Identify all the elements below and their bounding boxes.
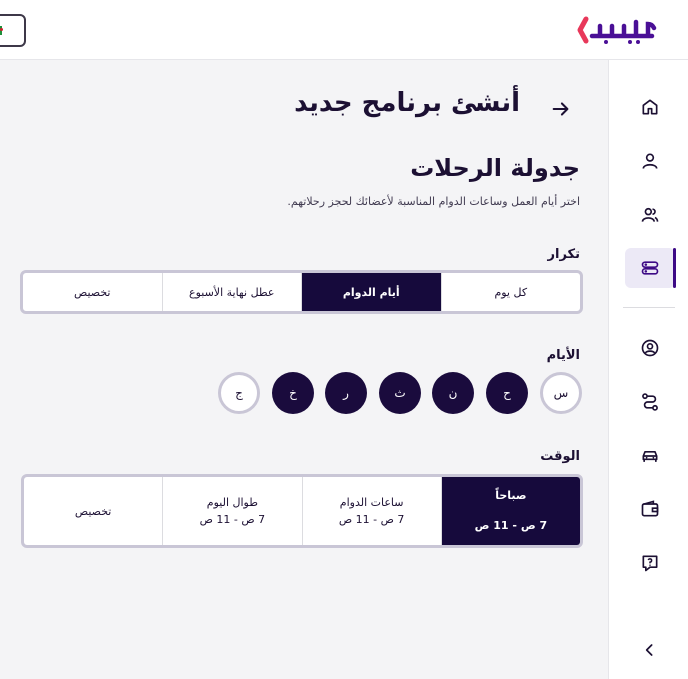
time-option-custom[interactable]: تخصيص — [24, 477, 162, 545]
sidebar-divider — [623, 307, 675, 308]
schedule-icon — [641, 261, 659, 275]
nav-members[interactable] — [625, 195, 675, 235]
nav-vehicles[interactable] — [625, 436, 675, 476]
language-switcher-button[interactable] — [0, 14, 26, 47]
time-option-title: تخصيص — [74, 504, 112, 518]
nav-routes[interactable] — [625, 382, 675, 422]
time-option-morning[interactable]: صباحاً 7 ص - 11 ص — [440, 477, 580, 545]
repeat-label: تكرار — [547, 247, 580, 262]
wallet-icon — [641, 500, 659, 517]
nav-help[interactable] — [625, 543, 675, 583]
chevron-left-icon — [645, 644, 653, 656]
brand-logo-graphic — [577, 16, 657, 44]
day-wednesday[interactable]: ر — [325, 372, 367, 414]
repeat-option-weekends[interactable]: عطل نهاية الأسبوع — [161, 273, 302, 311]
nav-home[interactable] — [625, 87, 675, 127]
page-title: أنشئ برنامج جديد — [294, 88, 520, 118]
back-button[interactable] — [550, 98, 572, 120]
time-option-all-day[interactable]: طوال اليوم 7 ص - 11 ص — [162, 477, 301, 545]
time-label: الوقت — [540, 449, 580, 464]
route-icon — [642, 393, 658, 411]
arrow-right-icon — [552, 102, 569, 116]
time-option-title: صباحاً — [495, 489, 527, 502]
account-circle-icon — [641, 339, 659, 357]
sidebar-collapse-button[interactable] — [625, 630, 675, 670]
time-option-title: ساعات الدوام — [339, 496, 404, 509]
nav-account[interactable] — [625, 328, 675, 368]
time-option-range: 7 ص - 11 ص — [474, 519, 548, 532]
time-option-title: طوال اليوم — [206, 496, 258, 509]
sidebar — [608, 60, 688, 679]
repeat-option-work-days[interactable]: أيام الدوام — [301, 273, 441, 311]
time-option-range: 7 ص - 11 ص — [338, 513, 405, 526]
day-saturday[interactable]: س — [540, 372, 582, 414]
section-title: جدولة الرحلات — [410, 154, 580, 182]
help-icon — [642, 555, 658, 572]
nav-profile[interactable] — [625, 141, 675, 181]
days-selector: س ح ن ث ر خ ج — [218, 372, 584, 414]
flag-crescent-icon — [0, 28, 3, 31]
car-icon — [642, 451, 658, 462]
nav-schedules[interactable] — [625, 248, 676, 288]
nav-wallet[interactable] — [625, 489, 675, 529]
days-label: الأيام — [546, 348, 580, 363]
top-bar — [0, 0, 688, 60]
time-selector: صباحاً 7 ص - 11 ص ساعات الدوام 7 ص - 11 … — [21, 474, 583, 548]
user-icon — [642, 153, 658, 169]
repeat-option-custom[interactable]: تخصيص — [23, 273, 162, 311]
section-subtitle: اختر أيام العمل وساعات الدوام المناسبة ل… — [287, 195, 580, 208]
day-tuesday[interactable]: ث — [379, 372, 421, 414]
home-icon — [642, 99, 658, 115]
time-option-range: 7 ص - 11 ص — [199, 513, 266, 526]
repeat-selector: كل يوم أيام الدوام عطل نهاية الأسبوع تخص… — [20, 270, 583, 314]
repeat-option-every-day[interactable]: كل يوم — [440, 273, 581, 311]
time-option-work-hours[interactable]: ساعات الدوام 7 ص - 11 ص — [301, 477, 441, 545]
day-sunday[interactable]: ح — [486, 372, 528, 414]
users-icon — [641, 207, 659, 222]
day-thursday[interactable]: خ — [272, 372, 314, 414]
day-monday[interactable]: ن — [432, 372, 474, 414]
day-friday[interactable]: ج — [218, 372, 260, 414]
brand-logo[interactable] — [572, 12, 660, 48]
